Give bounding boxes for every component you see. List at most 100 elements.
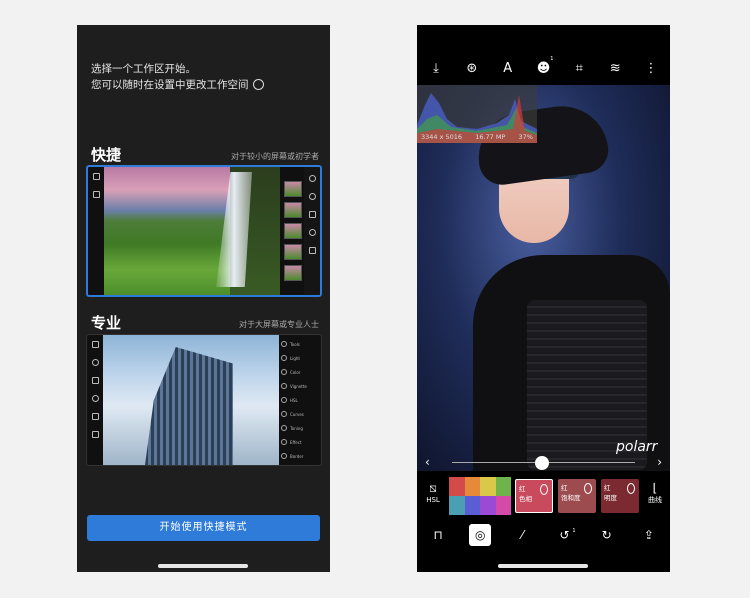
workspace-select-screen: 选择一个工作区开始。 您可以随时在设置中更改工作空间 快捷 对于较小的屏幕或初学… — [77, 25, 330, 572]
adjust-icon — [308, 193, 316, 200]
brush-icon[interactable]: ⁄ — [511, 524, 533, 546]
curves-tab[interactable]: ⌊ 曲线 — [644, 481, 666, 505]
crop-icon[interactable]: ⌗ — [568, 61, 590, 76]
polarr-watermark: polarr — [616, 439, 658, 455]
histogram-panel[interactable]: 3344 x 5016 16.77 MP 37% — [417, 85, 537, 143]
adjust-icon[interactable]: ◎ — [469, 524, 492, 546]
download-icon[interactable]: ⤓ — [425, 61, 447, 76]
pro-title: 专业 — [91, 314, 122, 332]
history-icon[interactable]: ↺ 1 — [554, 524, 576, 546]
waterfall-preview-image — [104, 167, 280, 295]
menu-item: HSL — [281, 395, 319, 405]
undo-icon[interactable]: ↻ — [596, 524, 618, 546]
skyscraper-preview-image — [103, 335, 279, 465]
add-icon — [308, 247, 316, 254]
pro-section-header: 专业 对于大屏幕或专业人士 — [91, 312, 319, 333]
bag-icon[interactable]: ⊓ — [427, 524, 449, 546]
swatch-red[interactable] — [449, 477, 465, 496]
filter-icon — [308, 175, 316, 182]
more-icon[interactable]: ⋮ — [640, 61, 662, 76]
menu-item: Border — [281, 451, 319, 461]
face-icon — [308, 229, 316, 236]
swatch-blue[interactable] — [464, 496, 480, 515]
editor-bottom-toolbar: ⊓ ◎ ⁄ ↺ 1 ↻ ⇪ — [417, 523, 670, 547]
menu-item: Tools — [281, 339, 319, 349]
menu-icon — [281, 383, 287, 389]
quick-left-toolbar — [88, 167, 104, 295]
menu-icon — [281, 453, 287, 459]
intro-line2: 您可以随时在设置中更改工作空间 — [91, 77, 317, 93]
menu-item: Curves — [281, 409, 319, 419]
thumbnail — [284, 265, 302, 281]
pro-left-toolbar — [87, 335, 103, 465]
home-indicator — [498, 564, 588, 568]
thumbnail — [284, 181, 302, 197]
curves-icon: ⌊ — [652, 481, 658, 495]
menu-icon — [281, 425, 287, 431]
swatch-purple[interactable] — [480, 496, 496, 515]
home-indicator — [158, 564, 248, 568]
crop-icon — [91, 413, 99, 420]
hsl-icon: ⧅ — [429, 481, 437, 495]
menu-icon — [281, 355, 287, 361]
image-megapixels: 16.77 MP — [475, 133, 506, 141]
tower-shape — [145, 347, 233, 465]
slider-knob[interactable] — [535, 456, 549, 470]
chevron-right-icon[interactable]: › — [657, 455, 662, 469]
zoom-level: 37% — [518, 133, 533, 141]
layers-icon — [91, 431, 99, 438]
filter-icon — [91, 359, 99, 366]
dial-icon — [627, 483, 635, 494]
pro-desc: 对于大屏幕或专业人士 — [239, 320, 319, 329]
quick-section-header: 快捷 对于较小的屏幕或初学者 — [91, 144, 319, 165]
red-hue-param[interactable]: 红 色相 — [515, 479, 553, 513]
menu-item: Vignette — [281, 381, 319, 391]
thumbnail — [284, 202, 302, 218]
pro-mode-card[interactable]: Tools Light Color Vignette HSL Curves To… — [86, 334, 322, 466]
text-icon[interactable]: A — [497, 61, 519, 76]
menu-item: Effect — [281, 437, 319, 447]
red-saturation-param[interactable]: 红 饱和度 — [558, 479, 596, 513]
menu-icon — [281, 341, 287, 347]
settings-icon[interactable] — [252, 79, 264, 90]
swatch-green[interactable] — [495, 477, 511, 496]
quick-mode-card[interactable] — [86, 165, 322, 297]
swatch-yellow[interactable] — [480, 477, 496, 496]
menu-icon — [281, 439, 287, 445]
color-swatch-grid[interactable] — [449, 477, 511, 515]
editor-top-toolbar: ⤓ ⊛ A ☻ 1 ⌗ ≋ ⋮ — [417, 56, 670, 79]
intro-text: 选择一个工作区开始。 您可以随时在设置中更改工作空间 — [91, 61, 317, 93]
swatch-cyan[interactable] — [449, 496, 465, 515]
layers-icon[interactable]: ≋ — [604, 61, 626, 76]
hsl-tab[interactable]: ⧅ HSL — [421, 481, 445, 504]
thumbnail — [284, 223, 302, 239]
dial-icon — [584, 483, 592, 494]
image-icon — [92, 173, 100, 180]
menu-icon — [281, 397, 287, 403]
crop-icon — [308, 211, 316, 218]
swatch-magenta[interactable] — [495, 496, 511, 515]
filter-thumbnails — [284, 181, 304, 281]
swatch-orange[interactable] — [464, 477, 480, 496]
text-icon — [91, 377, 99, 384]
quick-desc: 对于较小的屏幕或初学者 — [231, 152, 319, 161]
thumbnail — [284, 244, 302, 260]
quick-title: 快捷 — [91, 146, 122, 164]
dial-icon — [540, 484, 548, 495]
face-icon[interactable]: ☻ 1 — [532, 56, 554, 76]
face-icon — [91, 395, 99, 402]
adjust-slider[interactable]: ‹ › — [417, 455, 670, 471]
image-dimensions: 3344 x 5016 — [421, 133, 463, 141]
menu-icon — [281, 369, 287, 375]
histogram-meta: 3344 x 5016 16.77 MP 37% — [421, 133, 533, 141]
start-quick-mode-button[interactable]: 开始使用快捷模式 — [87, 515, 320, 541]
chevron-left-icon[interactable]: ‹ — [425, 455, 430, 469]
layers-icon — [92, 191, 100, 198]
filter-icon[interactable]: ⊛ — [461, 61, 483, 76]
menu-item: Color — [281, 367, 319, 377]
editor-screen: ⤓ ⊛ A ☻ 1 ⌗ ≋ ⋮ 3344 x 5016 16.77 MP 37% … — [417, 25, 670, 572]
menu-item: Toning — [281, 423, 319, 433]
red-luminance-param[interactable]: 红 明度 — [601, 479, 639, 513]
share-icon[interactable]: ⇪ — [638, 524, 660, 546]
quick-right-toolbar — [304, 167, 320, 295]
